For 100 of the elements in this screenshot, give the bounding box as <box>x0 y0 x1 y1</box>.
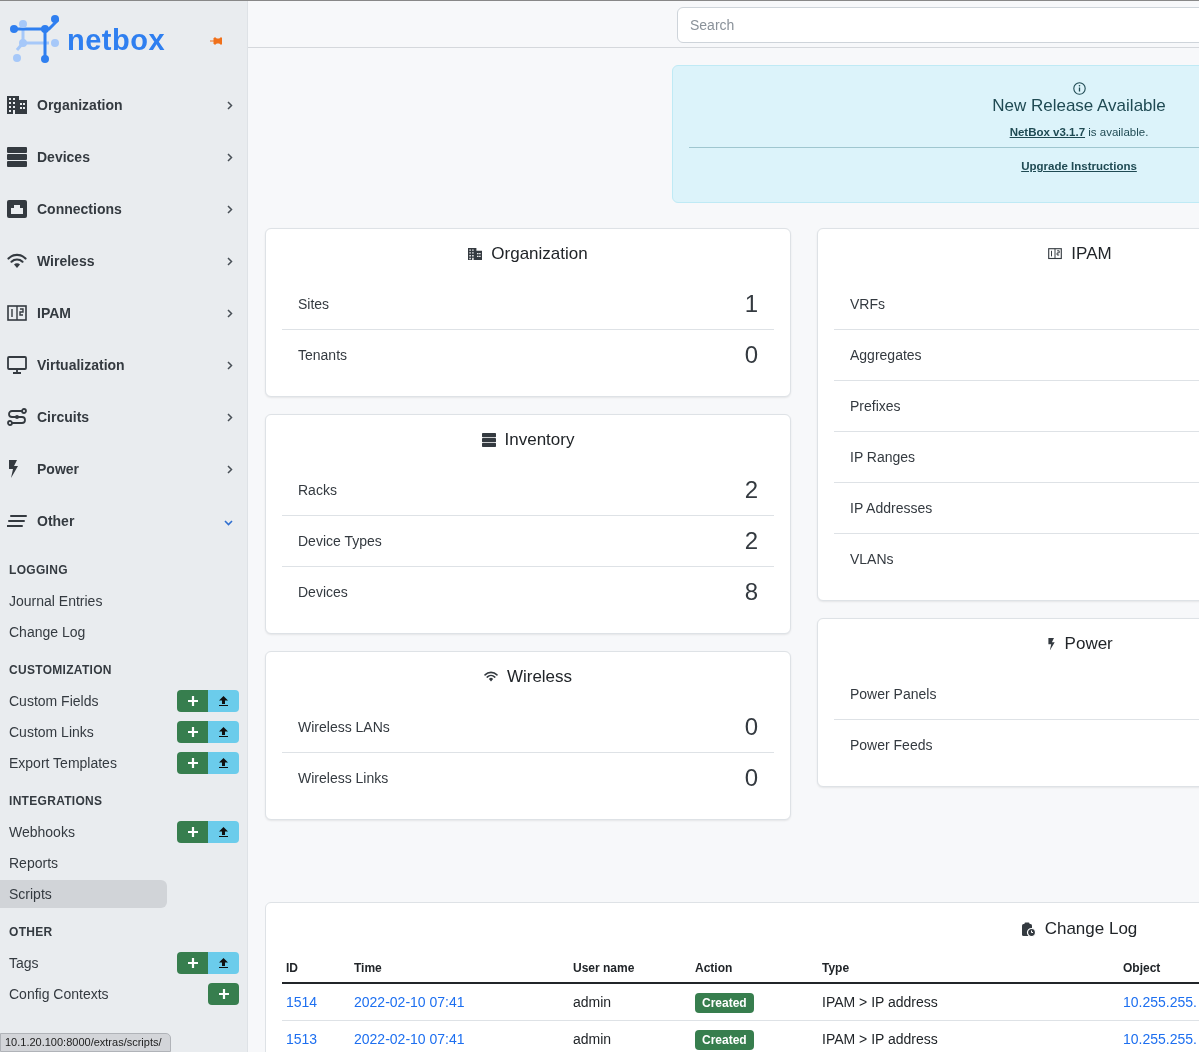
plus-icon <box>187 757 198 768</box>
chevron-down-icon <box>224 520 233 526</box>
nav-link[interactable]: Config Contexts <box>9 979 109 1008</box>
card-title: Wireless <box>506 667 573 687</box>
server-icon <box>481 433 496 447</box>
nav-link[interactable]: Journal Entries <box>9 586 103 615</box>
id-link[interactable]: 1513 <box>286 1031 318 1047</box>
wifi-icon <box>7 253 27 269</box>
column-header: Time <box>350 955 569 983</box>
stat-count: 0 <box>744 713 758 741</box>
search-field[interactable]: Search <box>677 7 1199 43</box>
alert-message: NetBox v3.1.7 is available. <box>1009 126 1149 138</box>
nav-menu-item[interactable]: Connections <box>0 183 247 235</box>
upload-icon <box>219 826 228 837</box>
nav-link[interactable]: Change Log <box>9 617 86 646</box>
user-name: admin <box>573 994 612 1010</box>
circuit-icon <box>7 408 27 426</box>
upload-icon <box>219 726 228 737</box>
action-badge: Created <box>695 1030 754 1050</box>
section-heading: INTEGRATIONS <box>9 794 104 808</box>
import-button[interactable] <box>208 820 239 843</box>
nav-menu-item[interactable]: Other <box>0 495 247 547</box>
nav-menu-item[interactable]: Devices <box>0 131 247 183</box>
stat-label[interactable]: Wireless LANs <box>298 719 390 735</box>
nav-link[interactable]: Custom Links <box>9 717 94 746</box>
stat-label[interactable]: Prefixes <box>850 398 901 414</box>
stat-label[interactable]: Sites <box>298 296 330 312</box>
column-header: ID <box>282 955 350 983</box>
stat-label[interactable]: VLANs <box>850 551 894 567</box>
object-link[interactable]: 10.255.255. <box>1123 1031 1197 1047</box>
stat-label[interactable]: Power Panels <box>850 686 937 702</box>
column-header: Type <box>818 955 1119 983</box>
card-title: Change Log <box>1044 919 1138 939</box>
stat-label[interactable]: Tenants <box>298 347 348 363</box>
stat-label[interactable]: Device Types <box>298 533 382 549</box>
nav-menu-item[interactable]: IPAM <box>0 287 247 339</box>
pin-icon[interactable] <box>210 37 222 45</box>
import-button[interactable] <box>208 751 239 774</box>
release-link[interactable]: NetBox v3.1.7 <box>1009 126 1086 138</box>
ethernet-port-icon <box>7 200 27 218</box>
building-icon <box>468 247 483 261</box>
add-button[interactable] <box>177 951 208 974</box>
column-header: Action <box>691 955 818 983</box>
building-icon <box>7 96 27 114</box>
upload-icon <box>219 695 228 706</box>
nav-link[interactable]: Scripts <box>0 879 167 908</box>
object-link[interactable]: 10.255.255. <box>1123 994 1197 1010</box>
card-title: Power <box>1064 634 1113 654</box>
section-heading: OTHER <box>9 925 54 939</box>
add-button[interactable] <box>177 751 208 774</box>
action-badge: Created <box>695 993 754 1013</box>
stat-label[interactable]: Power Feeds <box>850 737 933 753</box>
nav-link[interactable]: Tags <box>9 948 39 977</box>
stat-count: 2 <box>744 527 758 555</box>
nav-menu-item[interactable]: Power <box>0 443 247 495</box>
add-button[interactable] <box>177 689 208 712</box>
card-title: IPAM <box>1071 244 1112 264</box>
nav-link[interactable]: Export Templates <box>9 748 117 777</box>
chevron-right-icon <box>227 153 233 162</box>
time-link[interactable]: 2022-02-10 07:41 <box>354 994 465 1010</box>
stat-count: 0 <box>744 341 758 369</box>
add-button[interactable] <box>208 982 239 1005</box>
add-button[interactable] <box>177 720 208 743</box>
import-button[interactable] <box>208 951 239 974</box>
stat-label[interactable]: Devices <box>298 584 348 600</box>
lightning-icon <box>1047 637 1056 651</box>
info-icon <box>1072 82 1086 95</box>
import-button[interactable] <box>208 689 239 712</box>
nav-menu-item[interactable]: Circuits <box>0 391 247 443</box>
nav-link[interactable]: Reports <box>9 848 59 877</box>
upgrade-link[interactable]: Upgrade Instructions <box>1021 160 1137 172</box>
stat-label[interactable]: Aggregates <box>850 347 922 363</box>
import-button[interactable] <box>208 720 239 743</box>
nav-menu-item[interactable]: Wireless <box>0 235 247 287</box>
lightning-icon <box>7 460 19 478</box>
numbers-icon <box>1048 248 1063 260</box>
plus-icon <box>187 726 198 737</box>
add-button[interactable] <box>177 820 208 843</box>
chevron-right-icon <box>227 413 233 422</box>
nav-link[interactable]: Custom Fields <box>9 686 99 715</box>
object-type: IPAM > IP address <box>822 1031 938 1047</box>
plus-icon <box>187 957 198 968</box>
lines-icon <box>7 515 27 527</box>
chevron-right-icon <box>227 465 233 474</box>
stat-label[interactable]: VRFs <box>850 296 885 312</box>
section-heading: CUSTOMIZATION <box>9 663 113 677</box>
time-link[interactable]: 2022-02-10 07:41 <box>354 1031 465 1047</box>
stat-label[interactable]: IP Addresses <box>850 500 933 516</box>
stat-count: 1 <box>744 290 758 318</box>
plus-icon <box>187 695 198 706</box>
stat-label[interactable]: Wireless Links <box>298 770 389 786</box>
stat-count: 0 <box>744 764 758 792</box>
stat-label[interactable]: Racks <box>298 482 337 498</box>
nav-link[interactable]: Webhooks <box>9 817 75 846</box>
nav-menu-item[interactable]: Virtualization <box>0 339 247 391</box>
id-link[interactable]: 1514 <box>286 994 318 1010</box>
alert-title: New Release Available <box>992 96 1166 116</box>
nav-menu-item[interactable]: Organization <box>0 79 247 131</box>
chevron-right-icon <box>227 257 233 266</box>
stat-label[interactable]: IP Ranges <box>850 449 916 465</box>
